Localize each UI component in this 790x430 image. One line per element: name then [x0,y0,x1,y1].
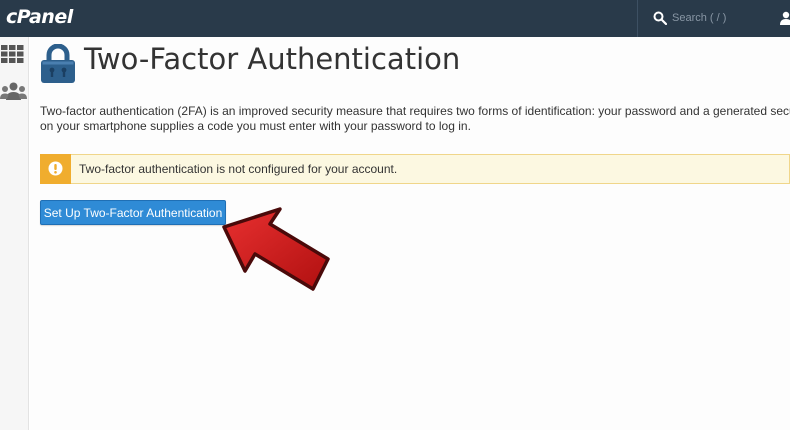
description-line-1: Two-factor authentication (2FA) is an im… [40,104,790,118]
search-input[interactable] [672,9,767,27]
alert-message: Two-factor authentication is not configu… [79,162,398,176]
cpanel-logo[interactable]: cPanel [6,6,73,28]
red-arrow-icon [222,207,330,291]
user-icon[interactable] [780,11,790,25]
lock-icon [41,44,75,83]
left-sidebar [0,37,29,430]
topbar-divider [637,0,638,37]
search-icon[interactable] [653,11,667,25]
main-content [30,37,790,430]
page-title: Two-Factor Authentication [84,42,461,76]
page-description: Two-factor authentication (2FA) is an im… [40,104,790,134]
exclamation-icon [48,161,63,176]
top-navbar: cPanel [0,0,790,37]
description-line-2: on your smartphone supplies a code you m… [40,119,471,133]
grid-icon[interactable] [1,45,24,63]
setup-2fa-button[interactable]: Set Up Two-Factor Authentication [40,200,226,225]
users-icon[interactable] [0,82,27,100]
